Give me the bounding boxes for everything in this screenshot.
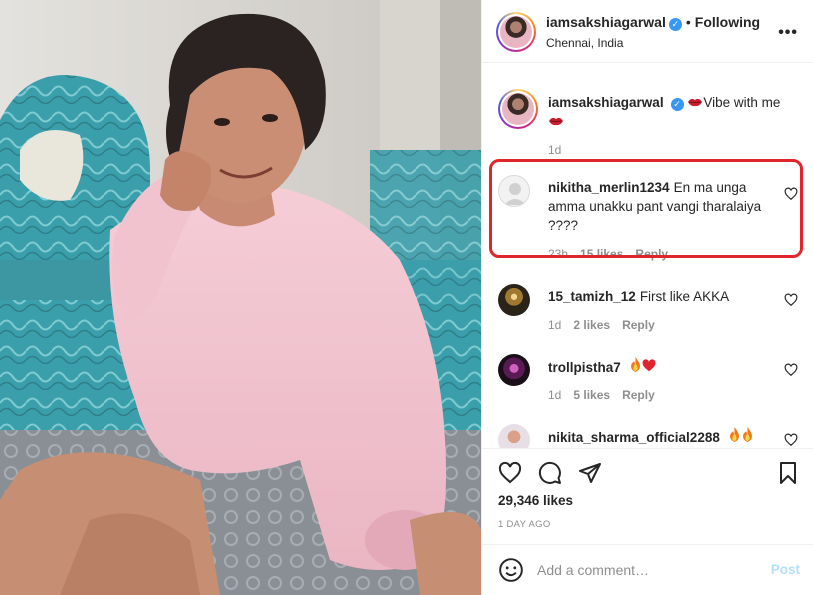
lips-icon	[687, 95, 703, 110]
fire-icon	[629, 357, 642, 375]
post-actions: 29,346 likes 1 DAY AGO	[482, 448, 813, 550]
caption-text: iamsakshiagarwal ✓ Vibe with me	[548, 93, 788, 131]
comment-message: First like AKKA	[639, 289, 730, 304]
post-image	[0, 0, 481, 595]
comment-avatar[interactable]	[498, 354, 530, 386]
red-heart-icon	[642, 359, 656, 375]
like-comment-heart-icon[interactable]	[784, 187, 798, 201]
comment-row: nikita_sharma_official2288	[498, 424, 798, 448]
reply-button[interactable]: Reply	[622, 318, 655, 332]
comment-time: 1d	[548, 318, 562, 332]
caption-message: Vibe with me	[703, 95, 781, 110]
comment-likes[interactable]: 5 likes	[573, 388, 610, 402]
caption-username[interactable]: iamsakshiagarwal	[548, 95, 664, 110]
separator: •	[685, 14, 691, 30]
comment-username[interactable]: 15_tamizh_12	[548, 289, 636, 304]
comment-text: trollpistha7	[548, 357, 768, 377]
more-options-icon[interactable]: •••	[778, 24, 798, 42]
comment-text: 15_tamizh_12 First like AKKA	[548, 287, 768, 306]
location-link[interactable]: Chennai, India	[546, 36, 623, 50]
author-avatar[interactable]	[496, 12, 536, 52]
comment-meta: 1d 2 likes Reply	[548, 318, 667, 332]
post-photo[interactable]	[0, 0, 481, 595]
share-send-icon[interactable]	[578, 461, 602, 485]
fire-icon	[728, 427, 741, 445]
comment-username[interactable]: trollpistha7	[548, 360, 621, 375]
comment-input[interactable]	[537, 559, 757, 581]
comment-avatar[interactable]	[498, 284, 530, 316]
author-username[interactable]: iamsakshiagarwal	[546, 14, 666, 30]
comment-likes[interactable]: 15 likes	[580, 247, 623, 261]
like-comment-heart-icon[interactable]	[784, 433, 798, 447]
comment-likes[interactable]: 2 likes	[573, 318, 610, 332]
post-header: iamsakshiagarwal ✓ • Following Chennai, Ind…	[482, 0, 813, 63]
comment-row: trollpistha7 1d 5 likes Reply	[498, 354, 798, 404]
caption-meta: 1d	[548, 143, 573, 157]
comments-list[interactable]: iamsakshiagarwal ✓ Vibe with me 1d nikith…	[482, 64, 813, 448]
like-comment-heart-icon[interactable]	[784, 293, 798, 307]
like-heart-icon[interactable]	[498, 461, 522, 485]
comment-meta: 23h 15 likes Reply	[548, 247, 680, 261]
header-user-line: iamsakshiagarwal ✓ • Following	[546, 14, 760, 31]
post-comment-button[interactable]: Post	[771, 562, 800, 577]
caption-row: iamsakshiagarwal ✓ Vibe with me 1d	[498, 89, 798, 159]
lips-icon	[548, 114, 564, 129]
like-comment-heart-icon[interactable]	[784, 363, 798, 377]
reply-button[interactable]: Reply	[622, 388, 655, 402]
post-timestamp: 1 DAY AGO	[498, 519, 551, 530]
add-comment-bar: Post	[482, 544, 813, 595]
caption-avatar[interactable]	[498, 89, 538, 129]
comment-avatar[interactable]	[498, 175, 530, 207]
comment-username[interactable]: nikita_sharma_official2288	[548, 430, 720, 445]
comment-time: 23h	[548, 247, 569, 261]
comment-text: nikita_sharma_official2288	[548, 427, 788, 447]
comment-username[interactable]: nikitha_merlin1234	[548, 180, 670, 195]
side-panel: iamsakshiagarwal ✓ • Following Chennai, Ind…	[481, 0, 813, 595]
following-button[interactable]: Following	[695, 14, 760, 30]
instagram-post: iamsakshiagarwal ✓ • Following Chennai, Ind…	[0, 0, 813, 595]
reply-button[interactable]: Reply	[635, 247, 668, 261]
comment-time: 1d	[548, 388, 562, 402]
comment-meta: 1d 5 likes Reply	[548, 388, 667, 402]
verified-badge-icon: ✓	[670, 98, 684, 111]
comment-bubble-icon[interactable]	[538, 461, 562, 485]
comment-text: nikitha_merlin1234 En ma unga amma unakku…	[548, 178, 768, 235]
likes-count[interactable]: 29,346 likes	[498, 493, 573, 508]
comment-row: 15_tamizh_12 First like AKKA 1d 2 likes Rep…	[498, 284, 798, 334]
comment-row: nikitha_merlin1234 En ma unga amma unakku…	[498, 175, 798, 261]
caption-time: 1d	[548, 143, 562, 157]
verified-badge-icon: ✓	[668, 18, 682, 31]
emoji-picker-icon[interactable]	[498, 557, 524, 583]
comment-avatar[interactable]	[498, 424, 530, 448]
save-bookmark-icon[interactable]	[776, 461, 800, 485]
fire-icon	[741, 427, 754, 445]
